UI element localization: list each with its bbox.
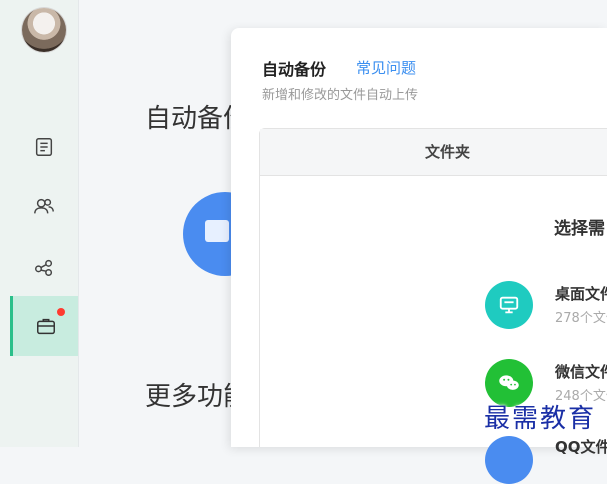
faq-link[interactable]: 常见问题 <box>356 57 416 78</box>
watermark: 最需教育 <box>484 404 597 434</box>
auto-backup-dialog: 自动备份 常见问题 新增和修改的文件自动上传 文件夹 选择需 <box>231 28 607 447</box>
item-count: 278个文件 <box>555 311 607 326</box>
user-avatar[interactable] <box>22 8 66 52</box>
dialog-subtitle: 新增和修改的文件自动上传 <box>262 88 419 103</box>
notes-icon[interactable] <box>10 125 78 169</box>
item-name: 微信文件 <box>555 363 607 381</box>
dialog-title: 自动备份 <box>262 60 327 79</box>
desktop-icon <box>485 281 533 329</box>
select-folder-title: 选择需 <box>554 219 605 239</box>
sidebar <box>0 0 79 447</box>
item-name: 桌面文件 <box>555 285 607 303</box>
notification-badge <box>57 308 65 316</box>
contacts-icon[interactable] <box>10 184 78 228</box>
tab-folder[interactable]: 文件夹 <box>260 129 607 176</box>
qq-icon <box>485 436 533 484</box>
toolbox-icon[interactable] <box>10 296 78 356</box>
share-icon[interactable] <box>10 245 78 289</box>
